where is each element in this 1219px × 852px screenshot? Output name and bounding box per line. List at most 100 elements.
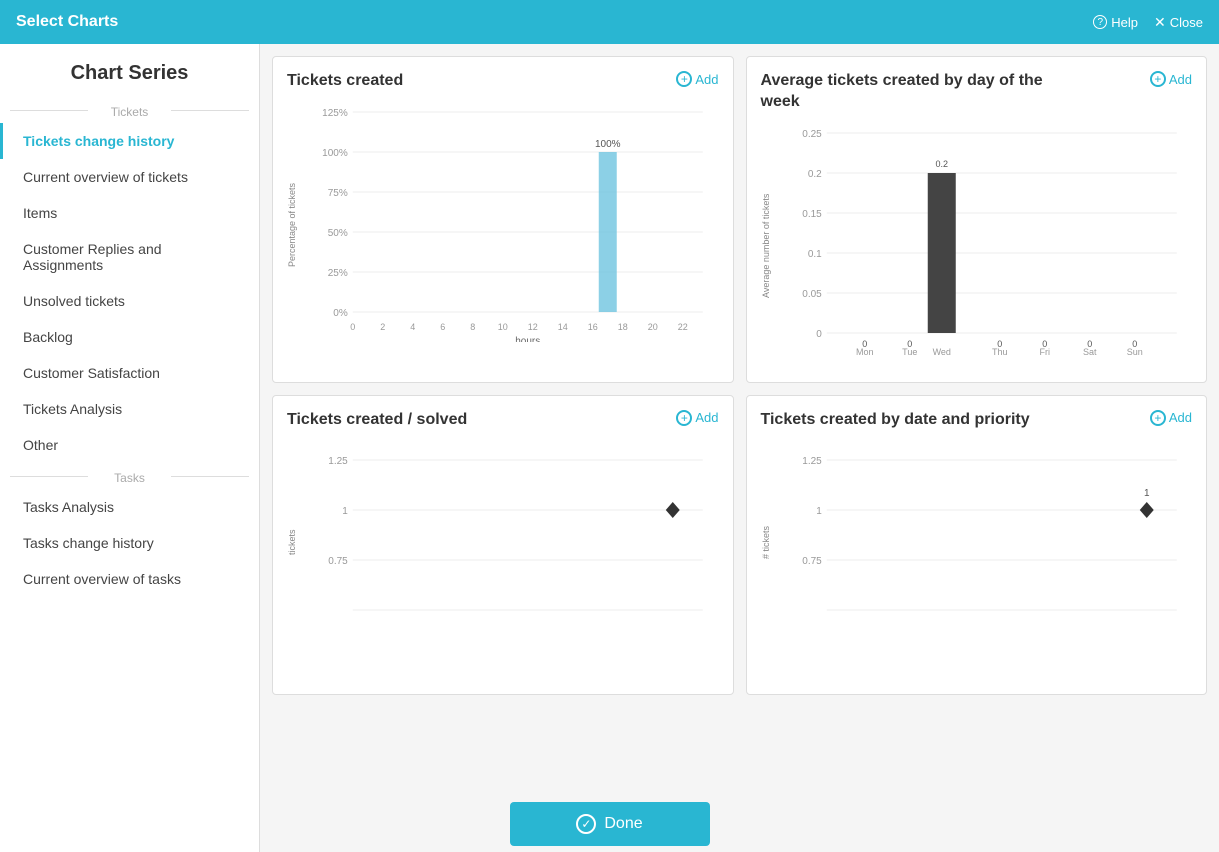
svg-text:Sun: Sun bbox=[1126, 347, 1142, 357]
chart-title-4: Tickets created by date and priority bbox=[761, 410, 1030, 431]
svg-text:50%: 50% bbox=[328, 228, 348, 239]
svg-text:75%: 75% bbox=[328, 188, 348, 199]
add-button-1[interactable]: + Add bbox=[676, 71, 718, 87]
add-label-3: Add bbox=[695, 410, 718, 425]
help-button[interactable]: ? Help bbox=[1093, 15, 1138, 30]
svg-text:1: 1 bbox=[1143, 488, 1149, 499]
svg-text:Tue: Tue bbox=[902, 347, 917, 357]
sidebar-item-backlog[interactable]: Backlog bbox=[0, 319, 259, 355]
add-button-4[interactable]: + Add bbox=[1150, 410, 1192, 426]
help-icon: ? bbox=[1093, 15, 1107, 29]
sidebar-item-tickets-change-history[interactable]: Tickets change history bbox=[0, 123, 259, 159]
chart-title-2: Average tickets created by day of the we… bbox=[761, 71, 1085, 113]
svg-text:25%: 25% bbox=[328, 268, 348, 279]
chart-svg-4: 1.25 1 0.75 1 bbox=[781, 440, 1193, 645]
chart-body-4: # tickets 1.25 1 0.75 bbox=[761, 440, 1193, 645]
plus-icon-2: + bbox=[1150, 71, 1166, 87]
sidebar-item-items[interactable]: Items bbox=[0, 195, 259, 231]
svg-text:0.75: 0.75 bbox=[802, 556, 822, 567]
content-area: Tickets created + Add Percentage of tick… bbox=[260, 44, 1219, 852]
sidebar-item-tasks-change-history[interactable]: Tasks change history bbox=[0, 525, 259, 561]
svg-text:1: 1 bbox=[342, 506, 348, 517]
svg-text:10: 10 bbox=[498, 322, 508, 332]
sidebar-item-other[interactable]: Other bbox=[0, 427, 259, 463]
chart-body-1: Percentage of tickets 125% 100% 75% bbox=[287, 102, 719, 347]
chart-body-2: Average number of tickets 0.25 0.2 0.15 bbox=[761, 123, 1193, 368]
svg-text:125%: 125% bbox=[322, 108, 348, 119]
add-label-1: Add bbox=[695, 72, 718, 87]
svg-text:0.1: 0.1 bbox=[807, 249, 821, 260]
chart-title-1: Tickets created bbox=[287, 71, 403, 92]
svg-text:2: 2 bbox=[380, 322, 385, 332]
svg-text:6: 6 bbox=[440, 322, 445, 332]
svg-text:Fri: Fri bbox=[1039, 347, 1050, 357]
svg-text:0.15: 0.15 bbox=[802, 209, 822, 220]
y-axis-label-4: # tickets bbox=[761, 440, 781, 645]
svg-text:hours: hours bbox=[515, 336, 540, 342]
chart-header-3: Tickets created / solved + Add bbox=[287, 410, 719, 431]
svg-text:0%: 0% bbox=[333, 308, 348, 319]
plus-icon-1: + bbox=[676, 71, 692, 87]
chart-tickets-created: Tickets created + Add Percentage of tick… bbox=[272, 56, 734, 383]
main-layout: Chart Series Tickets Tickets change hist… bbox=[0, 44, 1219, 852]
svg-text:0.05: 0.05 bbox=[802, 289, 822, 300]
sidebar-title: Chart Series bbox=[0, 44, 259, 97]
add-button-2[interactable]: + Add bbox=[1150, 71, 1192, 87]
close-button[interactable]: ✕ Close bbox=[1154, 14, 1203, 31]
svg-text:18: 18 bbox=[618, 322, 628, 332]
sidebar-section-tasks: Tasks bbox=[0, 463, 259, 489]
sidebar-item-current-overview-tasks[interactable]: Current overview of tasks bbox=[0, 561, 259, 597]
svg-text:0: 0 bbox=[816, 329, 822, 340]
svg-text:1.25: 1.25 bbox=[328, 456, 348, 467]
svg-text:100%: 100% bbox=[322, 148, 348, 159]
header: Select Charts ? Help ✕ Close bbox=[0, 0, 1219, 44]
sidebar-item-unsolved-tickets[interactable]: Unsolved tickets bbox=[0, 283, 259, 319]
svg-text:0.25: 0.25 bbox=[802, 129, 822, 140]
chart-title-3: Tickets created / solved bbox=[287, 410, 467, 431]
chart-svg-2: 0.25 0.2 0.15 0.1 0.05 0 0 0 0.2 0 bbox=[781, 123, 1193, 368]
chart-svg-1: 125% 100% 75% 50% 25% 0% 100% 0 2 4 bbox=[307, 102, 719, 347]
sidebar-item-tasks-analysis[interactable]: Tasks Analysis bbox=[0, 489, 259, 525]
header-actions: ? Help ✕ Close bbox=[1093, 14, 1203, 31]
chart-by-date-priority: Tickets created by date and priority + A… bbox=[746, 395, 1208, 695]
add-button-3[interactable]: + Add bbox=[676, 410, 718, 426]
done-button[interactable]: ✓ Done bbox=[510, 802, 710, 846]
sidebar-item-customer-replies[interactable]: Customer Replies and Assignments bbox=[0, 231, 259, 283]
plus-icon-3: + bbox=[676, 410, 692, 426]
close-icon: ✕ bbox=[1154, 14, 1166, 31]
done-label: Done bbox=[604, 815, 642, 833]
plus-icon-4: + bbox=[1150, 410, 1166, 426]
svg-text:Sat: Sat bbox=[1082, 347, 1096, 357]
y-axis-label-3: tickets bbox=[287, 440, 307, 645]
chart-created-solved: Tickets created / solved + Add tickets bbox=[272, 395, 734, 695]
sidebar-section-tickets: Tickets bbox=[0, 97, 259, 123]
svg-text:12: 12 bbox=[528, 322, 538, 332]
sidebar: Chart Series Tickets Tickets change hist… bbox=[0, 44, 260, 852]
add-label-4: Add bbox=[1169, 410, 1192, 425]
chart-svg-3: 1.25 1 0.75 bbox=[307, 440, 719, 645]
svg-text:0: 0 bbox=[350, 322, 355, 332]
check-icon: ✓ bbox=[576, 814, 596, 834]
chart-header-4: Tickets created by date and priority + A… bbox=[761, 410, 1193, 431]
svg-text:4: 4 bbox=[410, 322, 415, 332]
svg-text:22: 22 bbox=[678, 322, 688, 332]
svg-text:1.25: 1.25 bbox=[802, 456, 822, 467]
chart-body-3: tickets 1.25 1 0.75 bbox=[287, 440, 719, 645]
chart-header-2: Average tickets created by day of the we… bbox=[761, 71, 1193, 113]
svg-text:0.2: 0.2 bbox=[807, 169, 821, 180]
y-axis-label-2: Average number of tickets bbox=[761, 123, 781, 368]
svg-text:0.75: 0.75 bbox=[328, 556, 348, 567]
svg-text:8: 8 bbox=[470, 322, 475, 332]
chart-avg-by-day: Average tickets created by day of the we… bbox=[746, 56, 1208, 383]
svg-text:20: 20 bbox=[648, 322, 658, 332]
svg-text:16: 16 bbox=[588, 322, 598, 332]
chart-header-1: Tickets created + Add bbox=[287, 71, 719, 92]
sidebar-item-customer-satisfaction[interactable]: Customer Satisfaction bbox=[0, 355, 259, 391]
svg-text:Wed: Wed bbox=[932, 347, 950, 357]
svg-text:Thu: Thu bbox=[991, 347, 1007, 357]
y-axis-label-1: Percentage of tickets bbox=[287, 102, 307, 347]
svg-text:100%: 100% bbox=[595, 139, 621, 150]
sidebar-item-current-overview[interactable]: Current overview of tickets bbox=[0, 159, 259, 195]
header-title: Select Charts bbox=[16, 13, 118, 31]
sidebar-item-tickets-analysis[interactable]: Tickets Analysis bbox=[0, 391, 259, 427]
